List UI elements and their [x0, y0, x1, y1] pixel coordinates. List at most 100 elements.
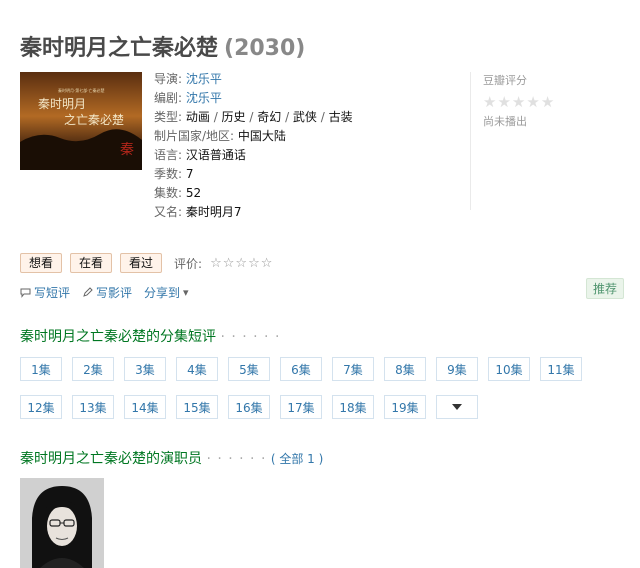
comment-icon [20, 288, 31, 298]
recommend-button[interactable]: 推荐 [586, 278, 625, 299]
rate-star-2[interactable]: ☆ [223, 256, 235, 271]
want-button[interactable]: 想看 [20, 253, 63, 273]
info-separator: / [245, 110, 258, 124]
episode-row: 1集 2集 3集 4集 5集 6集 7集 8集 9集 10集 11集 [20, 357, 630, 381]
info-row: 类型: 动画 / 历史 / 奇幻 / 武侠 / 古装 [154, 108, 353, 127]
info-link[interactable]: 沈乐平 [186, 91, 222, 105]
episode-button[interactable]: 3集 [124, 357, 166, 381]
info-value: 中国大陆 [237, 129, 286, 143]
episode-button[interactable]: 10集 [488, 357, 530, 381]
rating-label: 豆瓣评分 [483, 74, 527, 87]
info-row: 季数: 7 [154, 165, 353, 184]
poster-art: 秦时明月 之亡秦必楚 秦时明月·第七部·亡秦必楚 秦 [20, 72, 142, 170]
episode-grid: 1集 2集 3集 4集 5集 6集 7集 8集 9集 10集 11集 12集 13集 14集 15集 16集… [20, 357, 630, 433]
info-key: 制片国家/地区: [154, 129, 238, 143]
cast-section-label[interactable]: 秦时明月之亡秦必楚的演职员 [20, 451, 202, 467]
episodes-section-label[interactable]: 秦时明月之亡秦必楚的分集短评 [20, 329, 216, 345]
info-value: 动画 [185, 110, 210, 124]
chevron-down-icon: ▾ [183, 286, 189, 299]
more-episodes-button[interactable] [436, 395, 478, 419]
info-value: 古装 [328, 110, 353, 124]
episode-button[interactable]: 11集 [540, 357, 582, 381]
info-value: 秦时明月7 [185, 205, 242, 219]
episode-button[interactable]: 4集 [176, 357, 218, 381]
episode-row: 12集 13集 14集 15集 16集 17集 18集 19集 [20, 395, 630, 419]
write-review-link[interactable]: 写影评 [82, 284, 132, 301]
star-icon: ★ [526, 93, 540, 111]
info-link[interactable]: 沈乐平 [186, 72, 222, 86]
interest-actions: 想看 在看 看过 评价: ☆ ☆ ☆ ☆ ☆ [20, 253, 272, 273]
episode-button[interactable]: 2集 [72, 357, 114, 381]
info-key: 季数: [154, 167, 186, 181]
info-value: 历史 [221, 110, 246, 124]
cast-all-link[interactable]: ( 全部 1 ) [271, 452, 323, 466]
star-icon: ★ [511, 93, 526, 111]
poster-small-text: 秦时明月·第七部·亡秦必楚 [58, 87, 105, 93]
episode-button[interactable]: 8集 [384, 357, 426, 381]
rate-stars: ☆ ☆ ☆ ☆ ☆ [210, 256, 272, 271]
info-key: 类型: [154, 110, 186, 124]
watched-button[interactable]: 看过 [120, 253, 163, 273]
info-row: 又名: 秦时明月7 [154, 203, 353, 222]
caret-down-icon [452, 404, 462, 410]
star-icon: ★ [540, 93, 555, 111]
info-separator: / [209, 110, 222, 124]
episode-button[interactable]: 7集 [332, 357, 374, 381]
cast-section-dots: · · · · · · [206, 451, 267, 467]
title-year: (2030) [224, 36, 306, 61]
info-row: 编剧: 沈乐平 [154, 89, 353, 108]
info-value: 汉语普通话 [185, 148, 246, 162]
title-name: 秦时明月之亡秦必楚 [20, 36, 219, 61]
info-key: 导演: [154, 72, 186, 86]
poster-image[interactable]: 秦时明月 之亡秦必楚 秦时明月·第七部·亡秦必楚 秦 [20, 72, 142, 170]
info-key: 语言: [154, 148, 186, 162]
rate-label: 评价: [174, 256, 203, 271]
info-row: 语言: 汉语普通话 [154, 146, 353, 165]
episode-button[interactable]: 13集 [72, 395, 114, 419]
star-icon: ★ [483, 93, 497, 111]
actor-photo[interactable] [20, 478, 104, 568]
info-key: 集数: [154, 186, 186, 200]
info-value: 奇幻 [257, 110, 282, 124]
poster-line1: 秦时明月 [38, 97, 86, 111]
episode-button[interactable]: 18集 [332, 395, 374, 419]
rating-status: 尚未播出 [483, 115, 527, 128]
douban-rating: 豆瓣评分 ★ ★ ★ ★ ★ 尚未播出 [470, 72, 620, 210]
episode-button[interactable]: 17集 [280, 395, 322, 419]
info-separator: / [316, 110, 329, 124]
info-value: 52 [185, 186, 202, 200]
page-title: 秦时明月之亡秦必楚 (2030) [20, 30, 305, 62]
write-short-review-label: 写短评 [34, 286, 71, 300]
poster-line2: 之亡秦必楚 [64, 113, 124, 127]
episodes-section-dots: · · · · · · [220, 329, 281, 345]
info-row: 导演: 沈乐平 [154, 70, 353, 89]
episode-button[interactable]: 16集 [228, 395, 270, 419]
episode-button[interactable]: 5集 [228, 357, 270, 381]
share-link[interactable]: 分享到 ▾ [144, 284, 189, 301]
episode-button[interactable]: 1集 [20, 357, 62, 381]
episode-button[interactable]: 19集 [384, 395, 426, 419]
poster-seal: 秦 [120, 142, 134, 158]
info-value: 7 [185, 167, 194, 181]
rating-stars: ★ ★ ★ ★ ★ [483, 95, 620, 110]
rate-star-4[interactable]: ☆ [248, 256, 260, 271]
subject-info: 导演: 沈乐平 编剧: 沈乐平 类型: 动画 / 历史 / 奇幻 / 武侠 / 古装… [154, 70, 353, 222]
info-row: 制片国家/地区: 中国大陆 [154, 127, 353, 146]
star-icon: ★ [497, 93, 511, 111]
episode-button[interactable]: 15集 [176, 395, 218, 419]
rate-star-1[interactable]: ☆ [210, 256, 222, 271]
info-separator: / [281, 110, 293, 124]
watching-button[interactable]: 在看 [70, 253, 113, 273]
write-short-review-link[interactable]: 写短评 [20, 284, 70, 301]
rate-star-3[interactable]: ☆ [235, 256, 247, 271]
episode-button[interactable]: 12集 [20, 395, 62, 419]
share-label: 分享到 [144, 286, 181, 300]
action-links: 写短评 写影评 分享到 ▾ [20, 284, 189, 301]
episode-button[interactable]: 9集 [436, 357, 478, 381]
info-key: 编剧: [154, 91, 186, 105]
info-key: 又名: [154, 205, 186, 219]
episode-button[interactable]: 6集 [280, 357, 322, 381]
episode-button[interactable]: 14集 [124, 395, 166, 419]
cast-section-title: 秦时明月之亡秦必楚的演职员 · · · · · · ( 全部 1 ) [20, 448, 323, 468]
rate-star-5[interactable]: ☆ [261, 256, 273, 271]
